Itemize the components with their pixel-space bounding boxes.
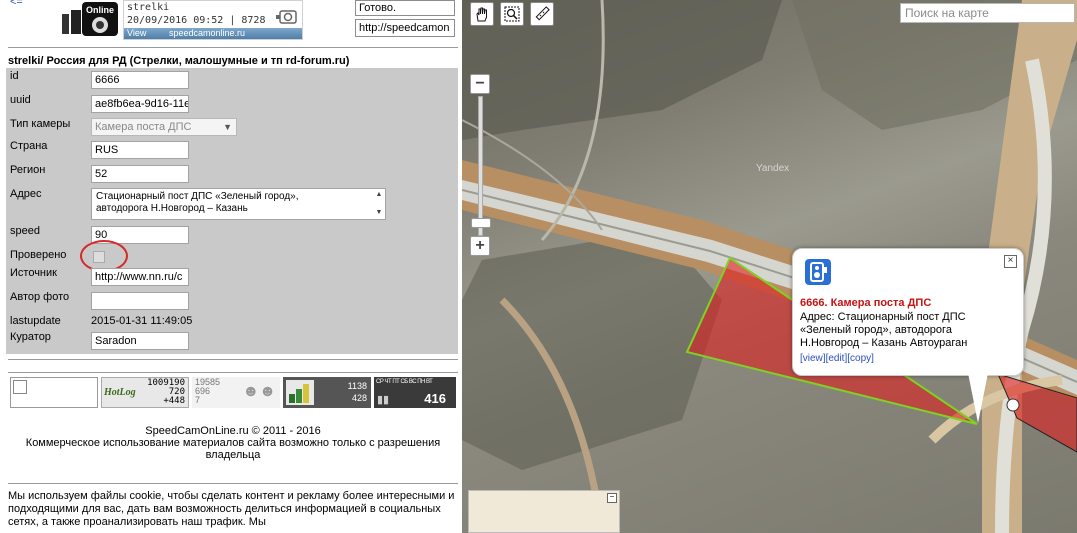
counters-row: HotLog 1009190 720 +448 19585 696 7 ☻☻ 1…	[8, 377, 458, 411]
footer: SpeedCamOnLine.ru © 2011 - 2016 Коммерче…	[8, 425, 458, 461]
label-id: id	[10, 70, 19, 82]
stats-counter[interactable]: strelki 20/09/2016 09:52 | 8728 View spe…	[123, 0, 303, 40]
hand-tool-button[interactable]	[470, 2, 494, 26]
country-field[interactable]: RUS	[91, 141, 189, 159]
copyright: SpeedCamOnLine.ru © 2011 - 2016	[145, 425, 321, 437]
label-country: Страна	[10, 140, 48, 152]
label-source: Источник	[10, 267, 57, 279]
days-number: 416	[424, 391, 446, 406]
bar-chart-icon	[286, 380, 314, 405]
people-icon: ☻☻	[242, 383, 276, 400]
hotlog-label: HotLog	[104, 387, 136, 398]
camera-logo-icon	[276, 10, 297, 24]
edit-link[interactable]: [edit]	[826, 353, 848, 364]
camera-marker[interactable]	[1006, 398, 1020, 412]
textarea-scrollbar[interactable]: ▲ ▼	[374, 190, 384, 218]
address-line-1: Стационарный пост ДПС «Зеленый город»,	[96, 191, 299, 202]
status-field[interactable]: Готово.	[355, 0, 455, 16]
zoom-in-button[interactable]: +	[470, 236, 490, 256]
zoom-slider-track[interactable]	[478, 96, 483, 236]
view-link[interactable]: [view]	[800, 353, 826, 364]
popup-title: 6666. Камера поста ДПС	[800, 297, 932, 309]
camera-type-value: Камера поста ДПС	[95, 121, 192, 133]
zoom-out-button[interactable]: −	[470, 74, 490, 94]
region-field[interactable]: 52	[91, 165, 189, 183]
copy-link[interactable]: [copy]	[847, 353, 874, 364]
address-textarea[interactable]: Стационарный пост ДПС «Зеленый город», а…	[91, 188, 386, 220]
cookie-notice: Мы используем файлы cookie, чтобы сделат…	[8, 490, 455, 528]
site-logo[interactable]: Online	[62, 2, 120, 36]
stats-view: View	[127, 28, 147, 38]
c4-num-1: 1138	[347, 381, 367, 391]
days-counter[interactable]: СР ЧТ ПТ СБ ВС ПН ВТ ▮▮ 416	[374, 377, 456, 408]
label-camera-type: Тип камеры	[10, 118, 71, 130]
url-field[interactable]: http://speedcamon	[355, 19, 455, 37]
camera-type-select[interactable]: Камера поста ДПС ▼	[91, 118, 237, 136]
ruler-button[interactable]	[530, 2, 554, 26]
visits-counter[interactable]: 19585 696 7 ☻☻	[192, 377, 280, 408]
popup-address: Адрес: Стационарный пост ДПС «Зеленый го…	[800, 311, 968, 349]
minus-icon: −	[475, 75, 485, 92]
hand-icon	[476, 7, 487, 22]
plus-icon: +	[475, 237, 485, 254]
map-view[interactable]: Поиск на карте − + Yandex × 6666. Камера…	[462, 0, 1077, 533]
divider	[8, 47, 458, 48]
camera-form: id 6666 uuid ae8fb6ea-9d16-11e3 Тип каме…	[6, 68, 458, 354]
map-search-input[interactable]: Поиск на карте	[900, 3, 1075, 23]
photo-author-field[interactable]	[91, 292, 189, 310]
uuid-field[interactable]: ae8fb6ea-9d16-11e3	[91, 95, 189, 113]
chevron-down-icon: ▼	[223, 122, 232, 132]
label-speed: speed	[10, 225, 40, 237]
days-row: СР ЧТ ПТ СБ ВС ПН ВТ	[376, 379, 433, 385]
id-field[interactable]: 6666	[91, 71, 189, 89]
hotlog-counter[interactable]: HotLog 1009190 720 +448	[101, 377, 189, 408]
label-lastupdate: lastupdate	[10, 315, 61, 327]
minimap-collapse-button[interactable]: −	[607, 493, 617, 503]
label-curator: Куратор	[10, 331, 51, 343]
label-photo-author: Автор фото	[10, 291, 70, 303]
liveinternet-counter[interactable]: 1138 428	[283, 377, 371, 408]
close-icon[interactable]: ×	[1004, 255, 1017, 268]
zoom-slider-thumb[interactable]	[471, 218, 491, 228]
popup-tail	[968, 373, 988, 423]
back-link[interactable]: <=	[10, 0, 23, 8]
usage-notice: Коммерческое использование материалов са…	[25, 437, 441, 461]
hotlog-num-3: +448	[163, 396, 185, 406]
address-line-2: автодорога Н.Новгород – Казань	[96, 203, 248, 214]
label-checked: Проверено	[10, 249, 67, 261]
popup-links: [view][edit][copy]	[800, 353, 874, 364]
broken-image-icon	[13, 380, 27, 394]
source-field[interactable]: http://www.nn.ru/c	[91, 268, 189, 286]
svg-text:Online: Online	[86, 5, 114, 15]
left-panel: <= Online strelki 20/09/2016 09:52 | 872…	[0, 0, 462, 533]
divider	[8, 359, 458, 360]
stats-url: speedcamonline.ru	[169, 28, 246, 38]
map-watermark: Yandex	[756, 163, 790, 174]
ruler-icon	[535, 6, 550, 21]
c3-num-3: 7	[195, 395, 201, 405]
camera-icon	[805, 259, 831, 285]
lastupdate-value: 2015-01-31 11:49:05	[91, 315, 193, 327]
chart-mini-icon: ▮▮	[377, 394, 390, 406]
curator-field[interactable]: Saradon	[91, 332, 189, 350]
counter-image[interactable]	[10, 377, 98, 408]
zoom-control: − +	[470, 74, 491, 258]
divider	[8, 372, 458, 373]
zoom-select-button[interactable]	[500, 2, 524, 26]
divider	[8, 483, 458, 484]
overview-minimap[interactable]: −	[468, 490, 620, 533]
label-region: Регион	[10, 164, 46, 176]
label-uuid: uuid	[10, 94, 31, 106]
label-address: Адрес	[10, 188, 42, 200]
camera-popup: × 6666. Камера поста ДПС Адрес: Стациона…	[792, 248, 1024, 423]
c4-num-2: 428	[351, 393, 367, 403]
zoom-select-icon	[504, 6, 520, 22]
stats-bar: View speedcamonline.ru	[124, 28, 302, 39]
form-title: strelki/ Россия для РД (Стрелки, малошум…	[8, 55, 350, 67]
